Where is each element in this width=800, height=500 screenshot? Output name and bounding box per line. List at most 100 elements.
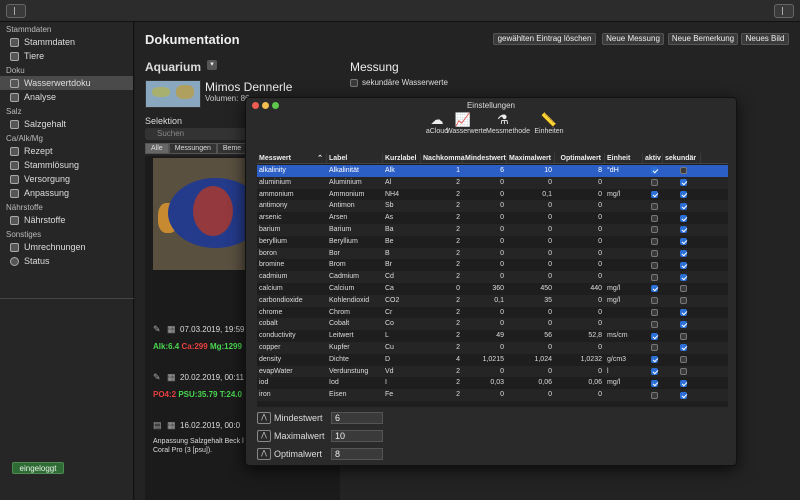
table-row[interactable]: calcium Calcium Ca 0 360 450 440 mg/l <box>257 283 728 295</box>
checkbox-box[interactable] <box>650 297 658 305</box>
checkbox-box[interactable] <box>679 190 687 198</box>
secondary-checkbox[interactable] <box>663 389 701 401</box>
active-checkbox[interactable] <box>643 295 663 307</box>
table-row[interactable]: iod Iod I 2 0,03 0,06 0,06 mg/l <box>257 377 728 389</box>
active-checkbox[interactable] <box>643 212 663 224</box>
new-image-button[interactable]: Neues Bild <box>741 33 789 45</box>
table-row[interactable]: conductivity Leitwert L 2 49 56 52,8 ms/cm <box>257 330 728 342</box>
new-measurement-button[interactable]: Neue Messung <box>602 33 664 45</box>
secondary-checkbox[interactable] <box>663 377 701 389</box>
secondary-checkbox[interactable] <box>663 259 701 271</box>
table-row[interactable]: antimony Antimon Sb 2 0 0 0 <box>257 200 728 213</box>
segment-all[interactable]: Alle <box>145 143 169 154</box>
secondary-checkbox[interactable] <box>663 165 701 177</box>
field-input[interactable]: 6 <box>331 411 383 424</box>
sidebar-item[interactable]: Tiere <box>0 49 133 63</box>
column-header[interactable]: aktiv <box>643 153 663 163</box>
active-checkbox[interactable] <box>643 366 663 378</box>
secondary-checkbox[interactable] <box>663 342 701 354</box>
checkbox-box[interactable] <box>679 297 687 305</box>
sidebar-item[interactable]: Salzgehalt <box>0 117 133 131</box>
sidebar-item[interactable]: Rezept <box>0 144 133 158</box>
checkbox-box[interactable] <box>679 202 687 210</box>
toolbar-messmethode[interactable]: ⚗ Messmethode <box>486 112 530 135</box>
checkbox-box[interactable] <box>679 273 687 281</box>
checkbox-box[interactable] <box>650 344 658 352</box>
checkbox-box[interactable] <box>679 261 687 269</box>
checkbox-box[interactable] <box>679 214 687 222</box>
checkbox-box[interactable] <box>679 167 687 175</box>
sidebar-item[interactable]: Wasserwertdoku <box>0 76 133 90</box>
pencil-icon[interactable]: ✎ <box>153 372 161 383</box>
table-row[interactable]: arsenic Arsen As 2 0 0 0 <box>257 212 728 224</box>
checkbox-box[interactable] <box>679 379 687 387</box>
active-checkbox[interactable] <box>643 259 663 271</box>
column-header[interactable]: sekundär <box>663 153 701 163</box>
checkbox-box[interactable] <box>650 285 658 293</box>
checkbox-box[interactable] <box>650 320 658 328</box>
checkbox-box[interactable] <box>679 226 687 234</box>
secondary-checkbox[interactable] <box>663 307 701 319</box>
sidebar-item[interactable]: Stammlösung <box>0 158 133 172</box>
active-checkbox[interactable] <box>643 307 663 319</box>
checkbox-box[interactable] <box>650 167 658 175</box>
sidebar-item[interactable]: Umrechnungen <box>0 240 133 254</box>
checkbox-box[interactable] <box>650 214 658 222</box>
values-table[interactable]: Messwert ⌃ Label Kurzlabel Nachkomma Mindest… <box>257 153 728 407</box>
checkbox-box[interactable] <box>650 356 658 364</box>
column-header[interactable]: Label <box>327 153 383 163</box>
checkbox-box[interactable] <box>679 356 687 364</box>
checkbox-box[interactable] <box>650 273 658 281</box>
checkbox-box[interactable] <box>679 238 687 246</box>
active-checkbox[interactable] <box>643 354 663 366</box>
table-row[interactable]: beryllium Beryllium Be 2 0 0 0 <box>257 236 728 248</box>
secondary-checkbox[interactable] <box>663 318 701 330</box>
search-input[interactable]: Suchen <box>145 128 255 140</box>
checkbox-box[interactable] <box>650 226 658 234</box>
checkbox-box[interactable] <box>679 344 687 352</box>
sidebar-item[interactable]: Stammdaten <box>0 35 133 49</box>
sidebar-item[interactable]: Nährstoffe <box>0 213 133 227</box>
secondary-checkbox[interactable] <box>663 224 701 236</box>
active-checkbox[interactable] <box>643 165 663 177</box>
sidebar-item[interactable]: Anpassung <box>0 186 133 200</box>
active-checkbox[interactable] <box>643 224 663 236</box>
checkbox-box[interactable] <box>650 367 658 375</box>
table-row[interactable]: chrome Chrom Cr 2 0 0 0 <box>257 307 728 319</box>
checkbox-box[interactable] <box>650 332 658 340</box>
table-row[interactable]: alkalinity Alkalinität Alk 1 6 10 8 °dH <box>257 165 728 177</box>
sidebar-toggle-icon[interactable] <box>6 4 26 18</box>
checkbox-box[interactable] <box>650 308 658 316</box>
checkbox-box[interactable] <box>650 249 658 257</box>
table-row[interactable]: cobalt Cobalt Co 2 0 0 0 <box>257 318 728 331</box>
column-header[interactable]: Optimalwert <box>555 153 605 163</box>
table-row[interactable]: density Dichte D 4 1,0215 1,024 1,0232 g/cm3 <box>257 354 728 366</box>
segment-notes[interactable]: Beme <box>216 143 248 154</box>
checkbox-box[interactable] <box>679 179 687 187</box>
sidebar-item[interactable]: Status <box>0 254 133 268</box>
checkbox-box[interactable] <box>679 367 687 375</box>
column-header[interactable]: Einheit <box>605 153 643 163</box>
active-checkbox[interactable] <box>643 389 663 401</box>
delete-entry-button[interactable]: gewählten Eintrag löschen <box>493 33 596 45</box>
checkbox-box[interactable] <box>679 308 687 316</box>
column-header[interactable]: Mindestwert <box>463 153 507 163</box>
active-checkbox[interactable] <box>643 177 663 189</box>
toolbar-wasserwerte[interactable]: 📈 Wasserwerte <box>446 112 487 135</box>
active-checkbox[interactable] <box>643 318 663 330</box>
secondary-checkbox[interactable] <box>663 354 701 366</box>
secondary-checkbox[interactable] <box>663 248 701 260</box>
active-checkbox[interactable] <box>643 271 663 283</box>
checkbox-box[interactable] <box>679 391 687 399</box>
checkbox-box[interactable] <box>679 285 687 293</box>
checkbox-box[interactable] <box>650 202 658 210</box>
table-row[interactable]: copper Kupfer Cu 2 0 0 0 <box>257 342 728 354</box>
secondary-checkbox[interactable] <box>663 177 701 189</box>
sidebar-item[interactable]: Analyse <box>0 90 133 104</box>
checkbox-box[interactable] <box>679 332 687 340</box>
secondary-checkbox[interactable] <box>663 236 701 248</box>
active-checkbox[interactable] <box>643 377 663 389</box>
secondary-checkbox[interactable] <box>663 283 701 295</box>
active-checkbox[interactable] <box>643 342 663 354</box>
column-header[interactable]: Nachkomma <box>421 153 465 163</box>
